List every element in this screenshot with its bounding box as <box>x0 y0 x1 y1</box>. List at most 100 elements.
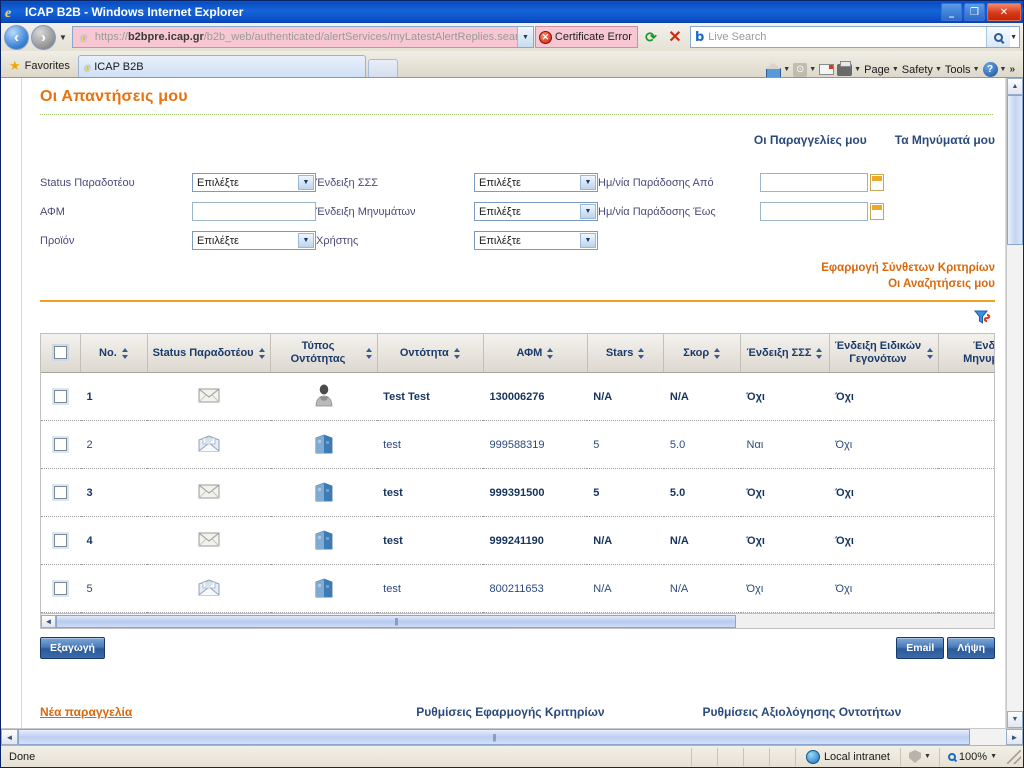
vertical-scroll-thumb[interactable] <box>1007 95 1023 245</box>
table-row[interactable]: 1Test Test130006276N/AN/AΌχιΌχιN/A <box>41 372 994 421</box>
sort-icon[interactable] <box>714 347 721 359</box>
row-checkbox-cell[interactable] <box>41 564 81 613</box>
page-scroll-track[interactable]: ||| <box>18 729 1006 745</box>
cell-status-paradoteou[interactable] <box>147 420 271 469</box>
toolbar-overflow-icon[interactable]: » <box>1009 64 1015 75</box>
select-status-paradoteou[interactable]: Επιλέξτε ▼ <box>192 173 316 192</box>
certificate-error-badge[interactable]: ✕ Certificate Error <box>534 26 638 48</box>
page-horizontal-scrollbar[interactable]: ◄ ||| ► <box>1 728 1023 745</box>
table-row[interactable]: 5test800211653N/AN/AΌχιΌχιN/A <box>41 564 994 613</box>
cell-status-paradoteou[interactable] <box>147 372 271 421</box>
open-envelope-icon[interactable] <box>197 578 221 596</box>
chevron-down-icon[interactable]: ▼ <box>580 175 596 190</box>
chevron-down-icon[interactable]: ▼ <box>973 66 980 73</box>
grid-scroll-thumb[interactable]: ||| <box>56 614 736 628</box>
zoom-control[interactable]: 100% ▼ <box>938 747 1005 766</box>
calendar-icon[interactable] <box>870 203 884 220</box>
table-row[interactable]: 4test999241190N/AN/AΌχιΌχιN/A <box>41 516 994 565</box>
row-checkbox-cell[interactable] <box>41 420 81 469</box>
th-stars[interactable]: Stars <box>587 334 665 373</box>
help-menu-button[interactable]: ? ▼ <box>982 62 1006 77</box>
row-checkbox-cell[interactable] <box>41 516 81 565</box>
protected-mode-indicator[interactable]: ▼ <box>899 747 939 766</box>
table-row[interactable]: 2test99958831955.0ΝαιΌχι> 4.99 <box>41 420 994 469</box>
cell-status-paradoteou[interactable] <box>147 564 271 613</box>
tools-menu-button[interactable]: Tools ▼ <box>945 64 980 76</box>
sort-icon[interactable] <box>547 347 554 359</box>
link-criteria-settings[interactable]: Ρυθμίσεις Εφαρμογής Κριτηρίων <box>416 705 604 719</box>
sort-icon[interactable] <box>365 347 373 359</box>
th-status-paradoteou[interactable]: Status Παραδοτέου <box>147 334 272 373</box>
chevron-down-icon[interactable]: ▼ <box>783 66 790 73</box>
print-button[interactable]: ▼ <box>837 60 861 76</box>
grid-horizontal-scrollbar[interactable]: ◄ ||| <box>40 614 995 629</box>
chevron-down-icon[interactable]: ▼ <box>854 66 861 73</box>
page-menu-button[interactable]: Page ▼ <box>864 64 899 76</box>
input-date-to[interactable] <box>760 202 868 221</box>
chevron-down-icon[interactable]: ▼ <box>580 233 596 248</box>
select-endeixi-minimaton[interactable]: Επιλέξτε ▼ <box>474 202 598 221</box>
export-button[interactable]: Εξαγωγή <box>40 637 105 659</box>
select-endeixi-sss[interactable]: Επιλέξτε ▼ <box>474 173 598 192</box>
page-vertical-scrollbar[interactable]: ▲ ▼ <box>1006 78 1023 728</box>
open-envelope-icon[interactable] <box>197 434 221 452</box>
stop-icon[interactable]: ✕ <box>664 26 686 48</box>
chevron-down-icon[interactable]: ▼ <box>892 66 899 73</box>
grid-scroll-left-button[interactable]: ◄ <box>41 614 56 628</box>
scroll-down-button[interactable]: ▼ <box>1007 711 1023 728</box>
chevron-down-icon[interactable]: ▼ <box>809 66 816 73</box>
nav-link-my-orders[interactable]: Οι Παραγγελίες μου <box>754 133 867 147</box>
th-ontotita[interactable]: Οντότητα <box>377 334 484 373</box>
vertical-scroll-track[interactable] <box>1007 95 1023 711</box>
search-button[interactable] <box>986 27 1011 47</box>
forward-button[interactable]: › <box>31 24 56 50</box>
page-scroll-left-button[interactable]: ◄ <box>1 729 18 745</box>
th-afm[interactable]: ΑΦΜ <box>483 334 588 373</box>
nav-link-my-messages[interactable]: Τα Μηνύματά μου <box>895 133 995 147</box>
sort-icon[interactable] <box>638 347 645 359</box>
filter-icon[interactable] <box>974 310 991 325</box>
select-xristis[interactable]: Επιλέξτε ▼ <box>474 231 598 250</box>
sort-icon[interactable] <box>816 347 823 359</box>
chevron-down-icon[interactable]: ▼ <box>298 233 314 248</box>
sort-icon[interactable] <box>453 347 461 359</box>
minimize-button[interactable]: _ <box>941 3 962 21</box>
close-button[interactable]: ✕ <box>987 3 1021 21</box>
th-select-all[interactable] <box>41 334 82 373</box>
table-row[interactable]: 3test99939150055.0ΌχιΌχι> 4.99 <box>41 468 994 517</box>
cell-status-paradoteou[interactable] <box>147 468 271 517</box>
th-skor[interactable]: Σκορ <box>663 334 742 373</box>
page-scroll-right-button[interactable]: ► <box>1006 729 1023 745</box>
tab-icap-b2b[interactable]: e ICAP B2B <box>77 55 366 77</box>
chevron-down-icon[interactable]: ▼ <box>924 753 931 760</box>
history-dropdown-icon[interactable]: ▼ <box>58 33 68 42</box>
restore-button[interactable]: ❐ <box>964 3 985 21</box>
address-dropdown-icon[interactable]: ▼ <box>516 27 533 47</box>
chevron-down-icon[interactable]: ▼ <box>990 753 997 760</box>
back-button[interactable]: ‹ <box>4 24 29 50</box>
th-no[interactable]: No. <box>80 334 148 373</box>
sort-icon[interactable] <box>121 347 129 359</box>
cell-status-paradoteou[interactable] <box>147 516 271 565</box>
row-checkbox[interactable] <box>54 534 68 547</box>
link-my-searches[interactable]: Οι Αναζητήσεις μου <box>22 276 995 292</box>
input-date-from[interactable] <box>760 173 868 192</box>
closed-envelope-icon[interactable] <box>197 483 221 500</box>
sort-icon[interactable] <box>926 347 934 359</box>
refresh-icon[interactable]: ⟳ <box>640 26 662 48</box>
th-typos-ontotitas[interactable]: Τύπος Οντότητας <box>270 334 378 373</box>
resize-grip-icon[interactable] <box>1007 749 1021 764</box>
link-new-order[interactable]: Νέα παραγγελία <box>40 705 132 719</box>
favorites-button[interactable]: ★ Favorites <box>5 55 78 77</box>
th-endeixi-eidikon[interactable]: Ένδειξη Ειδικών Γεγονότων <box>829 334 939 373</box>
sort-icon[interactable] <box>258 347 266 359</box>
input-afm[interactable] <box>192 202 316 221</box>
page-scroll-thumb[interactable]: ||| <box>18 729 970 745</box>
row-checkbox[interactable] <box>54 582 68 595</box>
search-input[interactable]: Live Search <box>708 31 986 43</box>
row-checkbox[interactable] <box>54 390 68 403</box>
th-endeixi-sss[interactable]: Ένδειξη ΣΣΣ <box>740 334 831 373</box>
link-advanced-criteria[interactable]: Εφαρμογή Σύνθετων Κριτηρίων <box>22 260 995 276</box>
email-button[interactable]: Email <box>896 637 945 659</box>
address-bar[interactable]: e https://b2bpre.icap.gr/b2b_web/authent… <box>71 26 534 48</box>
